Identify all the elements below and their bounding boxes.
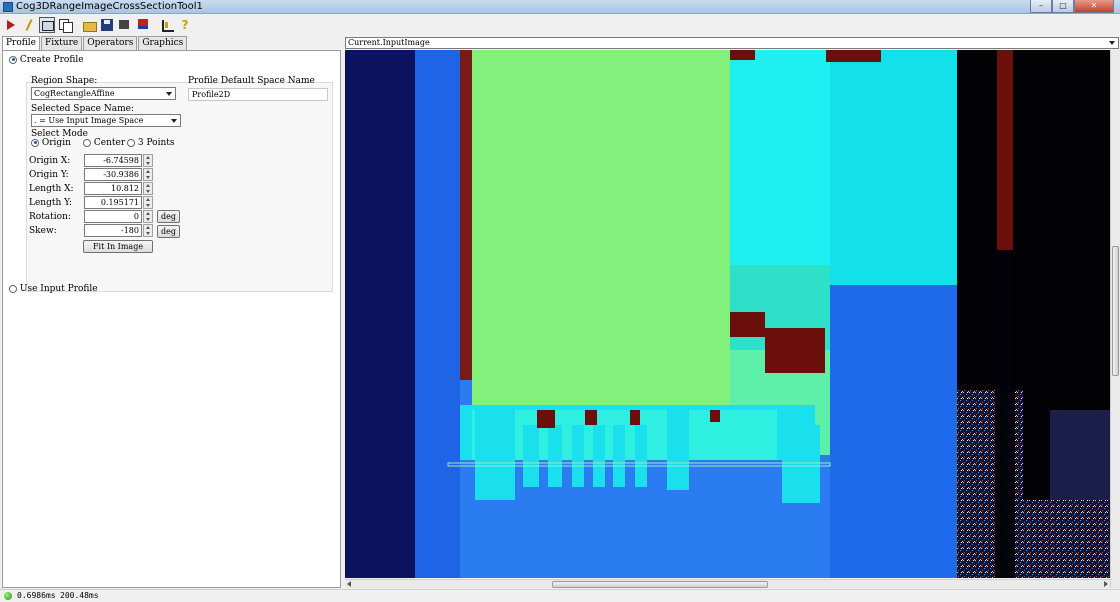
flag-icon[interactable]	[135, 17, 151, 33]
maximize-button[interactable]: □	[1052, 0, 1074, 13]
tab-graphics[interactable]: Graphics	[138, 36, 188, 50]
length-x-spinner[interactable]	[143, 182, 153, 195]
use-input-profile-label: Use Input Profile	[19, 284, 98, 294]
origin-x-label: Origin X:	[29, 156, 71, 166]
mode-center-radio[interactable]	[83, 138, 91, 147]
vertical-scrollbar[interactable]	[1110, 50, 1120, 588]
mode-3points-label: 3 Points	[137, 138, 175, 148]
profile-tab-panel: Create Profile Region Shape: CogRectangl…	[2, 50, 341, 588]
length-y-label: Length Y:	[29, 198, 72, 208]
create-profile-option[interactable]: Create Profile	[9, 55, 84, 65]
tab-strip: Profile Fixture Operators Graphics	[2, 36, 188, 51]
mode-origin-option[interactable]: Origin	[31, 138, 71, 148]
origin-x-spinner[interactable]	[143, 154, 153, 167]
use-input-profile-radio[interactable]	[9, 284, 17, 293]
mode-3points-radio[interactable]	[127, 138, 135, 147]
region-shape-label: Region Shape:	[31, 76, 98, 86]
tab-fixture[interactable]: Fixture	[40, 36, 83, 50]
chevron-down-icon	[171, 119, 177, 123]
help-icon[interactable]: ?	[177, 17, 193, 33]
minimize-button[interactable]: –	[1030, 0, 1052, 13]
rotation-field[interactable]: 0	[84, 210, 142, 223]
display-icon[interactable]	[39, 17, 55, 33]
length-x-field[interactable]: 10.812	[84, 182, 142, 195]
selected-space-label: Selected Space Name:	[31, 104, 134, 114]
horizontal-scrollbar[interactable]	[345, 579, 1110, 588]
save-icon[interactable]	[99, 17, 115, 33]
origin-y-field[interactable]: -30.9386	[84, 168, 142, 181]
scroll-right-icon[interactable]	[1104, 581, 1108, 587]
skew-spinner[interactable]	[143, 224, 153, 237]
mode-center-label: Center	[93, 138, 126, 148]
image-display-pane: Current.InputImage	[343, 36, 1120, 588]
use-input-profile-option[interactable]: Use Input Profile	[9, 284, 98, 294]
app-icon	[3, 2, 13, 12]
window-controls: – □ ✕	[1030, 0, 1114, 13]
rotation-unit-button[interactable]: deg	[157, 210, 180, 223]
image-selector-value: Current.InputImage	[348, 38, 430, 47]
title-bar: Cog3DRangeImageCrossSectionTool1 – □ ✕	[0, 0, 1120, 14]
tab-operators[interactable]: Operators	[83, 36, 138, 50]
status-indicator-icon	[4, 592, 12, 600]
chevron-down-icon	[166, 92, 172, 96]
mode-origin-label: Origin	[41, 138, 71, 148]
origin-y-spinner[interactable]	[143, 168, 153, 181]
range-image-canvas	[345, 50, 1119, 578]
origin-y-label: Origin Y:	[29, 170, 69, 180]
close-button[interactable]: ✕	[1074, 0, 1114, 13]
vertical-scroll-thumb[interactable]	[1112, 246, 1119, 376]
run-icon[interactable]	[3, 17, 19, 33]
total-time: 200.48ms	[60, 591, 99, 600]
open-folder-icon[interactable]	[81, 17, 97, 33]
scroll-left-icon[interactable]	[347, 581, 351, 587]
horizontal-scroll-thumb[interactable]	[552, 581, 768, 588]
chart-icon[interactable]	[159, 17, 175, 33]
image-selector-dropdown[interactable]: Current.InputImage	[345, 37, 1119, 49]
status-bar: 0.6986ms 200.48ms	[0, 589, 1120, 602]
pages-icon[interactable]	[57, 17, 73, 33]
copy-icon[interactable]	[117, 17, 133, 33]
mode-center-option[interactable]: Center	[83, 138, 125, 148]
region-shape-value: CogRectangleAffine	[34, 89, 115, 98]
skew-field[interactable]: -180	[84, 224, 142, 237]
length-y-spinner[interactable]	[143, 196, 153, 209]
default-space-input[interactable]: Profile2D	[188, 88, 328, 101]
rotation-label: Rotation:	[29, 212, 71, 222]
create-profile-label: Create Profile	[19, 55, 84, 65]
window-title: Cog3DRangeImageCrossSectionTool1	[16, 1, 203, 12]
create-profile-radio[interactable]	[9, 55, 17, 64]
mode-3points-option[interactable]: 3 Points	[127, 138, 174, 148]
length-y-field[interactable]: 0.195171	[84, 196, 142, 209]
selected-space-dropdown[interactable]: . = Use Input Image Space	[31, 114, 181, 127]
default-space-label: Profile Default Space Name	[188, 76, 315, 86]
range-image-display[interactable]	[345, 50, 1119, 578]
magic-wand-icon[interactable]	[21, 17, 37, 33]
last-run-time: 0.6986ms	[17, 591, 56, 600]
tab-profile[interactable]: Profile	[2, 36, 40, 51]
settings-panel: Profile Fixture Operators Graphics Creat…	[0, 36, 341, 588]
skew-label: Skew:	[29, 226, 57, 236]
selected-space-value: . = Use Input Image Space	[34, 116, 144, 125]
mode-origin-radio[interactable]	[31, 138, 39, 147]
rotation-spinner[interactable]	[143, 210, 153, 223]
skew-unit-button[interactable]: deg	[157, 225, 180, 238]
region-shape-dropdown[interactable]: CogRectangleAffine	[31, 87, 176, 100]
length-x-label: Length X:	[29, 184, 74, 194]
fit-in-image-button[interactable]: Fit In Image	[83, 240, 153, 253]
origin-x-field[interactable]: -6.74598	[84, 154, 142, 167]
chevron-down-icon	[1109, 41, 1115, 45]
toolbar: ?	[0, 15, 1120, 35]
